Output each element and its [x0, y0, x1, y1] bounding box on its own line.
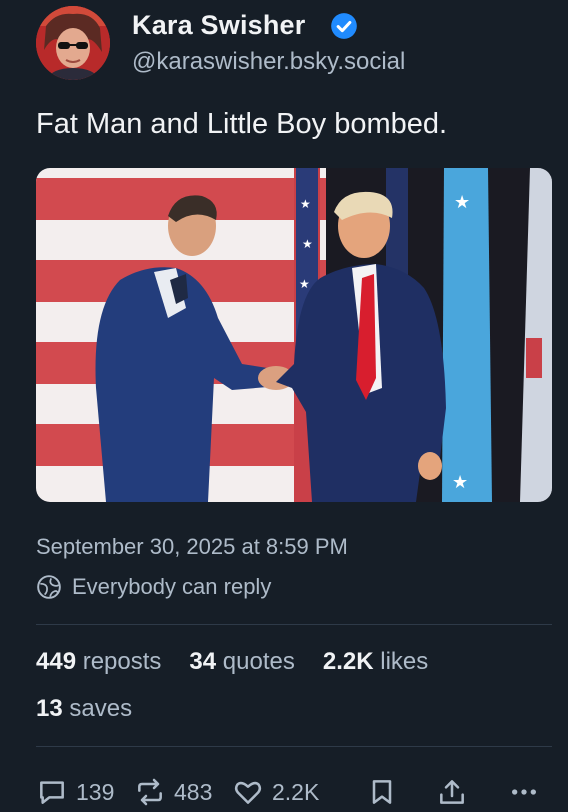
likes-stat[interactable]: 2.2K likes [323, 648, 428, 676]
svg-text:★: ★ [452, 472, 468, 492]
bookmark-icon [372, 780, 392, 804]
post-thread-view: Kara Swisher @karaswisher.bsky.social Fa… [0, 0, 568, 812]
post-text: Fat Man and Little Boy bombed. [36, 108, 448, 140]
saves-stat: 13 saves [36, 695, 132, 723]
post-timestamp[interactable]: September 30, 2025 at 8:59 PM [36, 534, 348, 560]
divider [36, 624, 552, 625]
quotes-label: quotes [222, 648, 295, 675]
post-action-bar: 139 483 2.2K [36, 774, 552, 810]
more-dots-icon [512, 789, 536, 795]
globe-icon [37, 575, 61, 599]
engagement-stats: 449 reposts 34 quotes 2.2K likes [36, 648, 428, 676]
likes-label: likes [380, 648, 429, 675]
reply-setting[interactable]: Everybody can reply [36, 572, 271, 602]
photo-handshake-on-stage: ★ ★ ★ ★ ★ ★ [36, 168, 552, 502]
reply-button[interactable]: 139 [36, 774, 114, 810]
speech-bubble-icon [40, 781, 64, 804]
repost-arrows-icon [138, 778, 162, 806]
reposts-count: 449 [36, 648, 77, 675]
repost-count: 483 [174, 778, 213, 805]
post-image[interactable]: ★ ★ ★ ★ ★ ★ [36, 168, 552, 502]
share-icon [440, 780, 464, 804]
author-handle[interactable]: @karaswisher.bsky.social [132, 48, 405, 76]
heart-icon [234, 781, 262, 804]
likes-count: 2.2K [322, 648, 374, 675]
like-count: 2.2K [272, 778, 320, 805]
svg-text:★: ★ [302, 237, 313, 251]
reposts-label: reposts [82, 648, 162, 675]
more-options-button[interactable] [508, 774, 540, 810]
reply-count: 139 [76, 778, 115, 805]
quotes-stat[interactable]: 34 quotes [189, 648, 294, 676]
author-avatar[interactable] [36, 6, 110, 80]
save-button[interactable] [366, 774, 398, 810]
svg-text:★: ★ [300, 197, 311, 211]
divider [36, 746, 552, 747]
share-button[interactable] [436, 774, 468, 810]
saves-label: saves [69, 695, 133, 722]
quotes-count: 34 [189, 648, 217, 675]
saves-count: 13 [36, 695, 63, 722]
reply-setting-label: Everybody can reply [72, 574, 272, 599]
like-button[interactable]: 2.2K [232, 774, 319, 810]
verified-badge-icon[interactable] [330, 12, 358, 40]
author-name[interactable]: Kara Swisher [132, 10, 305, 41]
svg-text:★: ★ [299, 277, 310, 291]
avatar-photo [36, 6, 110, 80]
reposts-stat[interactable]: 449 reposts [36, 648, 161, 676]
repost-button[interactable]: 483 [134, 774, 212, 810]
svg-text:★: ★ [454, 192, 470, 212]
